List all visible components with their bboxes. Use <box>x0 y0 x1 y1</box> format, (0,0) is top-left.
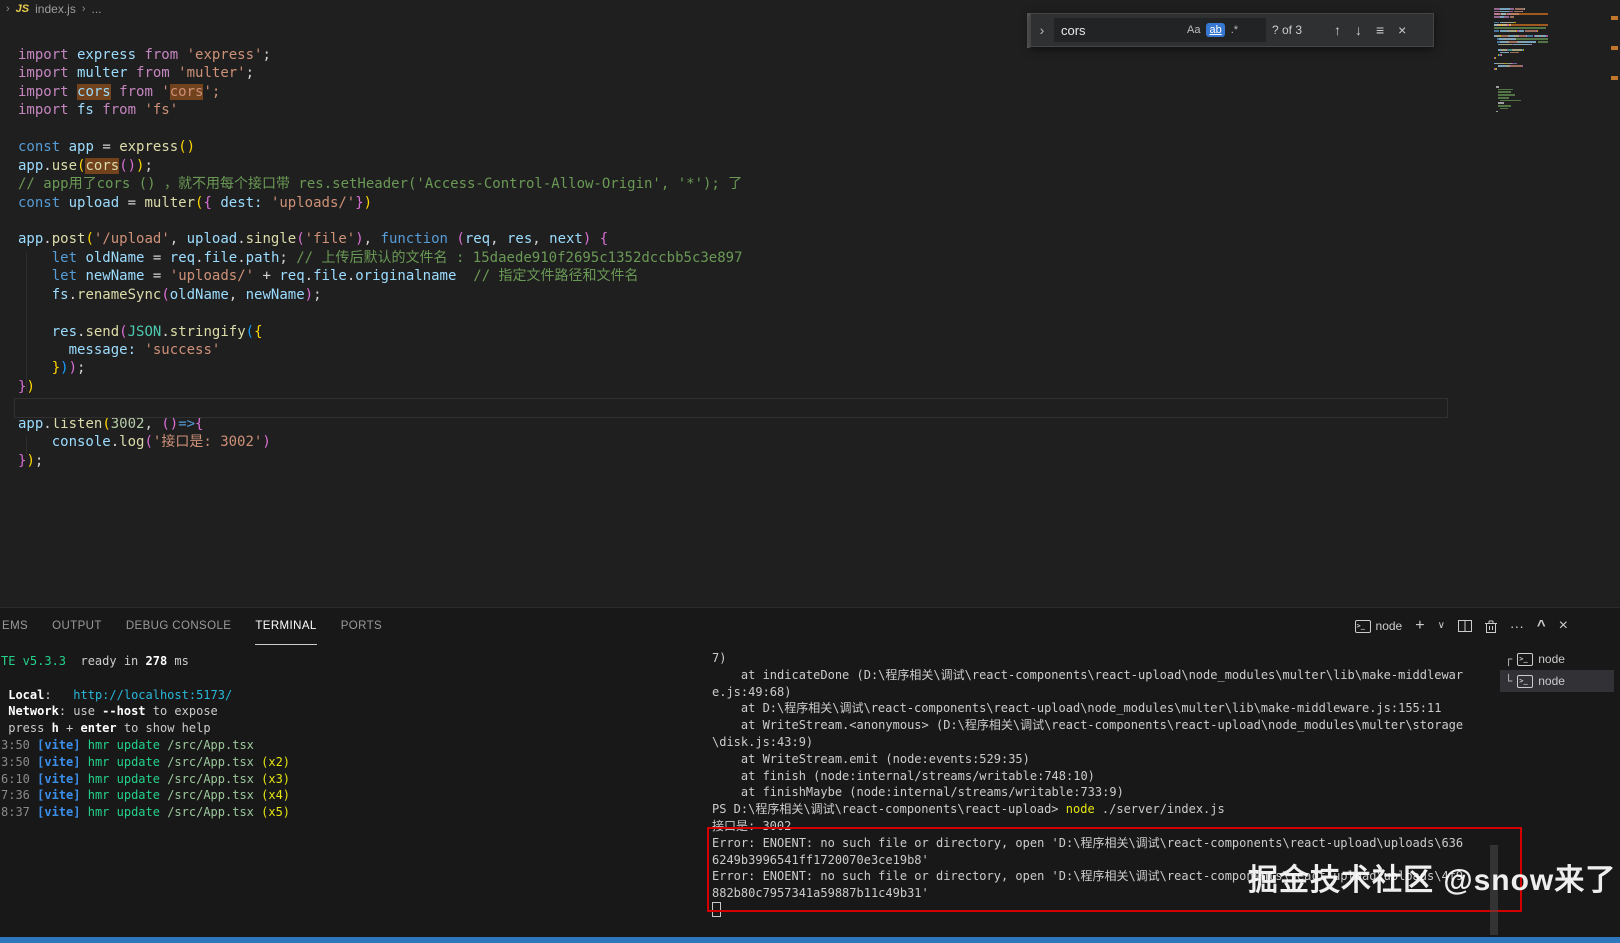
minimap-lines <box>1494 8 1548 112</box>
previous-match-icon[interactable]: ↑ <box>1330 22 1345 38</box>
code-line <box>18 120 743 138</box>
code-line: console.log('接口是: 3002') <box>18 433 743 451</box>
code-line: import fs from 'fs' <box>18 101 743 119</box>
search-match-ruler-mark <box>1611 16 1618 20</box>
code-line: let newName = 'uploads/' + req.file.orig… <box>18 267 743 285</box>
kill-terminal-button[interactable] <box>1485 620 1497 633</box>
terminal-pane-vite[interactable]: TE v5.3.3 ready in 278 ms Local: http://… <box>1 653 701 821</box>
terminal-line: 7:36 [vite] hmr update /src/App.tsx (x4) <box>1 787 701 804</box>
breadcrumb: › JS index.js › ... <box>6 0 102 18</box>
terminal-line: 3:50 [vite] hmr update /src/App.tsx <box>1 737 701 754</box>
search-input[interactable] <box>1059 22 1181 39</box>
whole-word-icon[interactable]: ab <box>1206 23 1224 37</box>
next-match-icon[interactable]: ↓ <box>1351 22 1366 38</box>
panel-tab-terminal[interactable]: TERMINAL <box>255 608 316 645</box>
search-match-ruler-mark <box>1611 76 1618 80</box>
code-line: const upload = multer({ dest: 'uploads/'… <box>18 194 743 212</box>
code-line: }) <box>18 378 743 396</box>
terminal-line: at finishMaybe (node:internal/streams/wr… <box>712 784 1488 801</box>
minimap[interactable] <box>1494 8 1548 113</box>
js-file-icon: JS <box>16 3 29 15</box>
breadcrumb-file[interactable]: index.js <box>35 2 76 16</box>
code-line <box>18 304 743 322</box>
terminal-line: e.js:49:68) <box>712 684 1488 701</box>
terminal-icon <box>1355 620 1371 633</box>
code-line: message: 'success' <box>18 341 743 359</box>
status-bar <box>0 937 1620 943</box>
close-panel-icon[interactable]: × <box>1559 608 1568 644</box>
panel-actions: node + ∨ ··· ^ × <box>1355 608 1568 644</box>
terminal-line: 8:37 [vite] hmr update /src/App.tsx (x5) <box>1 804 701 821</box>
more-actions-icon[interactable]: ··· <box>1510 608 1524 644</box>
breadcrumb-more[interactable]: ... <box>92 2 102 16</box>
code-line: let oldName = req.file.path; // 上传后默认的文件… <box>18 249 743 267</box>
search-match-ruler-mark <box>1611 46 1618 50</box>
panel-tab-ports[interactable]: PORTS <box>341 608 382 644</box>
code-line: })); <box>18 359 743 377</box>
code-line: }); <box>18 452 743 470</box>
terminal-line: TE v5.3.3 ready in 278 ms <box>1 653 701 670</box>
terminal-profile-select[interactable]: node <box>1355 619 1403 633</box>
indent-guide <box>26 436 27 454</box>
code-line <box>18 212 743 230</box>
split-branch-glyph: ┌ <box>1505 652 1512 666</box>
terminal-tab-label: node <box>1538 652 1565 666</box>
find-in-selection-icon[interactable]: ≡ <box>1372 22 1388 38</box>
terminal-line: PS D:\程序相关\调试\react-components\react-upl… <box>712 801 1488 818</box>
split-terminal-button[interactable] <box>1458 620 1472 632</box>
terminal-line: 6:10 [vite] hmr update /src/App.tsx (x3) <box>1 771 701 788</box>
toggle-replace-icon[interactable]: › <box>1036 22 1048 38</box>
find-input-wrap: Aa ab .* <box>1054 18 1266 42</box>
terminal-tab-label: node <box>1538 674 1565 688</box>
panel-tab-debug-console[interactable]: DEBUG CONSOLE <box>126 608 232 644</box>
terminal-line: at WriteStream.emit (node:events:529:35) <box>712 751 1488 768</box>
overview-ruler <box>1608 0 1620 600</box>
code-line: app.use(cors()); <box>18 157 743 175</box>
indent-guide <box>26 252 27 392</box>
watermark: 掘金技术社区 @snow来了 <box>1248 855 1616 899</box>
terminal-line: at indicateDone (D:\程序相关\调试\react-compon… <box>712 667 1488 684</box>
terminal-profile-label: node <box>1376 619 1403 633</box>
code-line: res.send(JSON.stringify({ <box>18 323 743 341</box>
code-line: app.post('/upload', upload.single('file'… <box>18 230 743 248</box>
code-line: import multer from 'multer'; <box>18 64 743 82</box>
maximize-panel-icon[interactable]: ^ <box>1537 608 1546 644</box>
panel-tab-output[interactable]: OUTPUT <box>52 608 102 644</box>
terminal-tabs-list: ┌ node └ node <box>1500 648 1614 692</box>
terminal-line: press h + enter to show help <box>1 720 701 737</box>
terminal-line: at WriteStream.<anonymous> (D:\程序相关\调试\r… <box>712 717 1488 734</box>
terminal-line: at finish (node:internal/streams/writabl… <box>712 768 1488 785</box>
code-line: fs.renameSync(oldName, newName); <box>18 286 743 304</box>
code-line: const app = express() <box>18 138 743 156</box>
close-icon[interactable]: × <box>1394 22 1410 38</box>
terminal-line: Network: use --host to expose <box>1 703 701 720</box>
terminal-line: Local: http://localhost:5173/ <box>1 687 701 704</box>
new-terminal-button[interactable]: + <box>1415 608 1424 644</box>
chevron-right-icon[interactable]: › <box>6 3 10 15</box>
terminal-tab-node[interactable]: └ node <box>1500 670 1614 692</box>
panel-tab-ems[interactable]: EMS <box>2 608 28 644</box>
find-results-count: ? of 3 <box>1272 23 1324 37</box>
find-widget: › Aa ab .* ? of 3 ↑ ↓ ≡ × <box>1030 13 1434 47</box>
code-line: // app用了cors () ，就不用每个接口带 res.setHeader(… <box>18 175 743 193</box>
terminal-line: \disk.js:43:9) <box>712 734 1488 751</box>
regex-icon[interactable]: .* <box>1228 23 1241 37</box>
terminal-icon <box>1517 653 1533 666</box>
terminal-icon <box>1517 675 1533 688</box>
code-line: import express from 'express'; <box>18 46 743 64</box>
chevron-right-icon: › <box>82 3 86 15</box>
match-case-icon[interactable]: Aa <box>1184 23 1203 37</box>
code-line: import cors from 'cors'; <box>18 83 743 101</box>
split-branch-glyph: └ <box>1505 674 1512 688</box>
terminal-line <box>1 670 701 687</box>
terminal-line: at D:\程序相关\调试\react-components\react-upl… <box>712 700 1488 717</box>
terminal-line: 3:50 [vite] hmr update /src/App.tsx (x2) <box>1 754 701 771</box>
terminal-line: 7) <box>712 650 1488 667</box>
launch-profile-chevron-icon[interactable]: ∨ <box>1438 608 1445 644</box>
terminal-tab-node[interactable]: ┌ node <box>1500 648 1614 670</box>
current-line-highlight <box>14 398 1448 418</box>
